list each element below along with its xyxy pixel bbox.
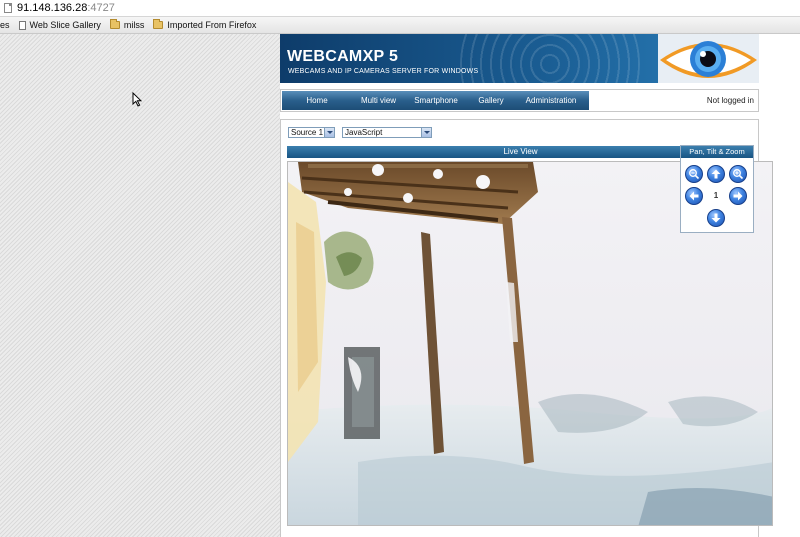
banner-subtitle: WEBCAMS AND IP CAMERAS SERVER FOR WINDOW…	[288, 68, 479, 75]
zoom-out-icon	[689, 169, 700, 180]
nav-home[interactable]: Home	[282, 91, 352, 110]
eye-logo-icon	[658, 34, 759, 83]
nav-gallery[interactable]: Gallery	[467, 91, 515, 110]
source-select[interactable]: Source 1	[288, 127, 335, 138]
banner: WEBCAMXP 5 WEBCAMS AND IP CAMERAS SERVER…	[280, 34, 759, 83]
nav-multi-view[interactable]: Multi view	[352, 91, 405, 110]
page-icon	[18, 20, 26, 30]
favorite-web-slice-gallery[interactable]: Web Slice Gallery	[18, 20, 101, 30]
ptz-zoom-in-button[interactable]	[729, 165, 747, 183]
page-icon	[4, 3, 12, 13]
login-status: Not logged in	[706, 96, 754, 105]
navigation-container: Home Multi view Smartphone Gallery Admin…	[280, 89, 759, 112]
ptz-zoom-out-button[interactable]	[685, 165, 703, 183]
favorites-bar: es Web Slice Gallery milss Imported From…	[0, 17, 800, 34]
folder-icon	[109, 19, 120, 29]
favorite-imported-from-firefox[interactable]: Imported From Firefox	[153, 19, 257, 30]
ptz-pan-right-button[interactable]	[729, 187, 747, 205]
favorite-milss[interactable]: milss	[109, 19, 145, 30]
nav-smartphone[interactable]: Smartphone	[405, 91, 467, 110]
arrow-up-icon	[711, 169, 721, 179]
ptz-tilt-up-button[interactable]	[707, 165, 725, 183]
banner-title: WEBCAMXP 5	[287, 48, 399, 65]
ptz-preset-number: 1	[713, 191, 719, 200]
ptz-panel: Pan, Tilt & Zoom 1	[680, 145, 754, 233]
mouse-cursor-icon	[132, 92, 142, 107]
favorite-label: Web Slice Gallery	[29, 20, 101, 30]
folder-icon	[153, 19, 164, 29]
banner-rings	[460, 34, 640, 83]
viewer-mode-value: JavaScript	[345, 128, 383, 137]
favorite-es[interactable]: es	[0, 20, 10, 30]
webcam-page: WEBCAMXP 5 WEBCAMS AND IP CAMERAS SERVER…	[280, 34, 800, 537]
zoom-in-icon	[733, 169, 744, 180]
url-port: :4727	[87, 2, 115, 14]
chevron-down-icon	[421, 128, 431, 137]
favorite-label: Imported From Firefox	[167, 20, 257, 30]
navigation-bar: Home Multi view Smartphone Gallery Admin…	[282, 91, 589, 110]
chevron-down-icon	[324, 128, 334, 137]
favorite-label: es	[0, 20, 10, 30]
source-select-value: Source 1	[291, 128, 324, 137]
address-bar[interactable]: 91.148.136.28 :4727	[0, 0, 800, 17]
arrow-down-icon	[711, 213, 721, 223]
nav-administration[interactable]: Administration	[515, 91, 587, 110]
url-host: 91.148.136.28	[17, 2, 88, 14]
arrow-right-icon	[733, 191, 743, 201]
ptz-pan-left-button[interactable]	[685, 187, 703, 205]
viewer-mode-select[interactable]: JavaScript	[342, 127, 432, 138]
favorite-label: milss	[123, 20, 145, 30]
ptz-tilt-down-button[interactable]	[707, 209, 725, 227]
ptz-title: Pan, Tilt & Zoom	[681, 146, 753, 158]
arrow-left-icon	[689, 191, 699, 201]
